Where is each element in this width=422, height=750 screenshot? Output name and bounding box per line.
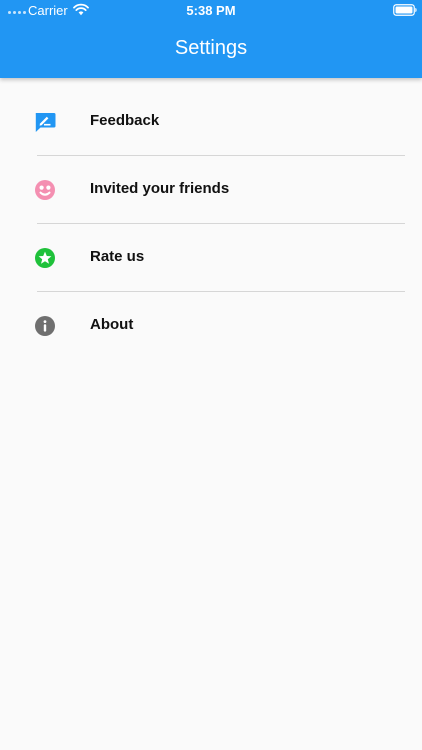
info-icon [35, 316, 55, 336]
settings-item-label: Feedback [90, 112, 160, 129]
settings-item-invite-friends[interactable]: Invited your friends [0, 156, 422, 224]
settings-item-label: About [90, 316, 134, 333]
settings-item-label: Invited your friends [90, 180, 230, 197]
settings-item-feedback[interactable]: Feedback [0, 88, 422, 156]
app-header: Carrier 5:38 PM Settings [0, 0, 422, 78]
settings-list: Feedback Invited your friends Rate us Ab… [0, 88, 422, 360]
feedback-icon [35, 113, 56, 132]
status-bar: Carrier 5:38 PM [0, 0, 422, 22]
app-screen: Carrier 5:38 PM Settings Feedback Invite… [0, 0, 422, 750]
battery-icon [393, 4, 417, 16]
settings-item-about[interactable]: About [0, 292, 422, 360]
status-time: 5:38 PM [186, 3, 236, 18]
page-title: Settings [174, 37, 248, 59]
star-icon [35, 248, 55, 268]
settings-item-rate-us[interactable]: Rate us [0, 224, 422, 292]
settings-item-label: Rate us [90, 248, 145, 265]
friends-icon [35, 180, 55, 200]
